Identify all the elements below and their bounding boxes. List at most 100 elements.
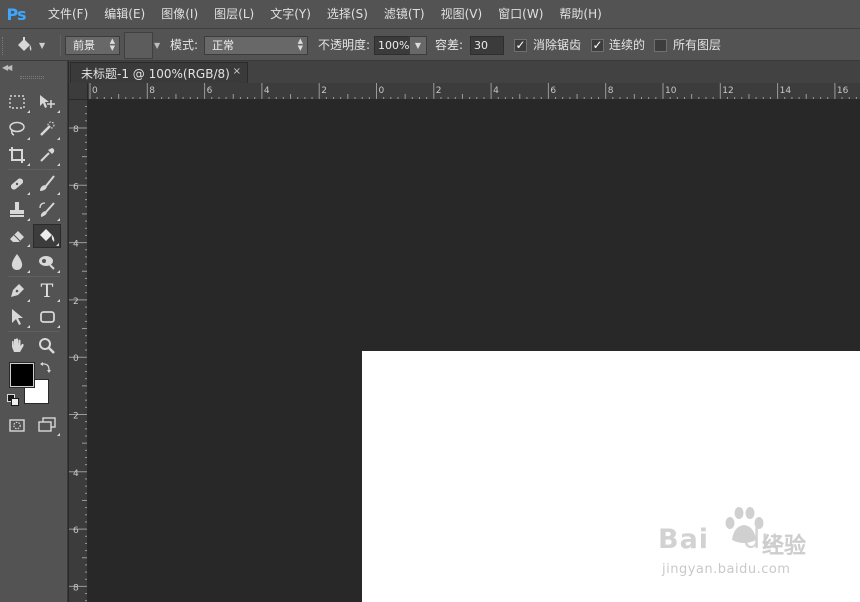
tool-path-selection[interactable] <box>3 305 31 329</box>
menu-window[interactable]: 窗口(W) <box>490 0 551 28</box>
path-selection-icon <box>12 309 23 325</box>
menu-items: 文件(F) 编辑(E) 图像(I) 图层(L) 文字(Y) 选择(S) 滤镜(T… <box>40 0 610 28</box>
options-bar-grip[interactable] <box>2 29 8 62</box>
rectangle-shape-icon <box>40 311 55 323</box>
clone-stamp-icon <box>10 202 24 217</box>
tool-zoom[interactable] <box>33 334 61 358</box>
all-layers-label[interactable]: 所有图层 <box>673 29 721 62</box>
paint-bucket-icon <box>40 229 55 242</box>
tool-eraser[interactable] <box>3 224 31 248</box>
menu-file[interactable]: 文件(F) <box>40 0 96 28</box>
ruler-label: 2 <box>73 412 79 422</box>
tool-quick-selection[interactable] <box>33 117 61 141</box>
tool-rectangular-marquee[interactable] <box>3 90 31 114</box>
tool-lasso[interactable] <box>3 117 31 141</box>
divider <box>8 169 60 170</box>
photoshop-logo: Ps <box>6 4 27 24</box>
ruler-label: 4 <box>264 86 270 96</box>
tool-dodge[interactable] <box>33 250 61 274</box>
foreground-color-swatch[interactable] <box>9 362 35 388</box>
swap-colors-icon[interactable] <box>40 361 52 373</box>
pattern-picker[interactable] <box>124 32 153 59</box>
document-tab-title: 未标题-1 @ 100%(RGB/8) <box>81 66 230 81</box>
tool-move[interactable] <box>33 90 61 114</box>
anti-alias-checkbox[interactable]: ✓ <box>514 39 527 52</box>
fill-source-value: 前景 <box>73 39 95 52</box>
contiguous-label[interactable]: 连续的 <box>609 29 645 62</box>
ruler-origin[interactable] <box>69 83 88 100</box>
blur-icon <box>11 254 23 270</box>
tolerance-label: 容差: <box>435 38 464 52</box>
tool-spot-healing[interactable] <box>3 172 31 196</box>
ruler-label: 0 <box>73 354 79 364</box>
tool-history-brush[interactable] <box>33 198 61 222</box>
tool-clone-stamp[interactable] <box>3 198 31 222</box>
divider <box>8 331 60 332</box>
spot-healing-brush-icon <box>10 178 24 190</box>
menu-bar: Ps 文件(F) 编辑(E) 图像(I) 图层(L) 文字(Y) 选择(S) 滤… <box>0 0 860 28</box>
vertical-ruler[interactable]: 8 6 4 2 0 2 4 6 8 <box>69 100 88 602</box>
fill-source-select[interactable]: 前景 ▲ ▼ <box>65 36 120 55</box>
tool-preset-picker[interactable]: ▼ <box>14 29 56 62</box>
divider <box>60 35 61 56</box>
ruler-label: 2 <box>436 86 442 96</box>
tolerance-field[interactable]: 30 <box>470 36 504 55</box>
collapse-panel-icon[interactable]: ◀◀ <box>2 63 12 72</box>
tool-brush[interactable] <box>33 172 61 196</box>
divider <box>8 276 60 277</box>
ruler-label: 6 <box>73 182 79 192</box>
tool-pen[interactable] <box>3 279 31 303</box>
menu-layer[interactable]: 图层(L) <box>206 0 262 28</box>
menu-edit[interactable]: 编辑(E) <box>96 0 153 28</box>
quick-selection-icon <box>40 121 55 136</box>
contiguous-checkbox[interactable]: ✓ <box>591 39 604 52</box>
ruler-label: 0 <box>92 86 98 96</box>
document-canvas[interactable] <box>362 351 860 602</box>
ruler-label: 4 <box>73 240 79 250</box>
document-tab[interactable]: 未标题-1 @ 100%(RGB/8) × <box>70 62 248 83</box>
menu-view[interactable]: 视图(V) <box>433 0 491 28</box>
dodge-icon <box>39 256 55 270</box>
chevron-down-icon[interactable]: ▼ <box>154 41 160 50</box>
mode-label: 模式: <box>170 38 199 52</box>
ruler-label: 12 <box>722 86 733 96</box>
close-icon[interactable]: × <box>233 66 241 77</box>
tool-type[interactable]: T <box>33 279 61 303</box>
history-brush-icon <box>39 202 55 217</box>
rectangular-marquee-icon <box>9 95 25 109</box>
tool-screen-mode[interactable] <box>33 413 61 437</box>
opacity-slider-button[interactable]: ▼ <box>409 36 427 55</box>
menu-type[interactable]: 文字(Y) <box>262 0 319 28</box>
menu-filter[interactable]: 滤镜(T) <box>376 0 433 28</box>
ruler-label: 8 <box>73 583 79 593</box>
brush-icon <box>40 175 55 191</box>
ruler-label: 8 <box>73 125 79 135</box>
menu-image[interactable]: 图像(I) <box>153 0 206 28</box>
tool-eyedropper[interactable] <box>33 143 61 167</box>
ruler-label: 4 <box>493 86 499 96</box>
horizontal-ruler[interactable]: 0 8 6 4 2 0 2 4 6 8 10 12 14 16 <box>88 83 860 100</box>
chevron-down-icon: ▼ <box>39 41 46 50</box>
opacity-field[interactable]: 100% <box>374 36 410 55</box>
tool-quick-mask[interactable] <box>3 413 31 437</box>
ruler-label: 8 <box>149 86 155 96</box>
default-colors-icon[interactable] <box>7 394 19 406</box>
blend-mode-value: 正常 <box>212 39 234 52</box>
options-bar: ▼ 前景 ▲ ▼ ▼ 模式: 正常 ▲ ▼ 不透明度: 100% ▼ 容差: 30 … <box>0 28 860 61</box>
tool-paint-bucket[interactable] <box>33 224 61 248</box>
blend-mode-select[interactable]: 正常 ▲ ▼ <box>204 36 308 55</box>
ruler-label: 2 <box>73 297 79 307</box>
updown-arrow-icon: ▲ ▼ <box>109 37 115 52</box>
tool-hand[interactable] <box>3 334 31 358</box>
tool-rectangle[interactable] <box>33 305 61 329</box>
panel-grip[interactable] <box>20 76 44 79</box>
menu-help[interactable]: 帮助(H) <box>551 0 609 28</box>
tool-crop[interactable] <box>3 143 31 167</box>
crop-icon <box>9 147 25 163</box>
move-icon <box>40 95 55 108</box>
anti-alias-label[interactable]: 消除锯齿 <box>533 29 581 62</box>
tool-blur[interactable] <box>3 250 31 274</box>
menu-select[interactable]: 选择(S) <box>319 0 376 28</box>
all-layers-checkbox[interactable] <box>654 39 667 52</box>
tools-panel: ◀◀ T <box>0 61 68 602</box>
